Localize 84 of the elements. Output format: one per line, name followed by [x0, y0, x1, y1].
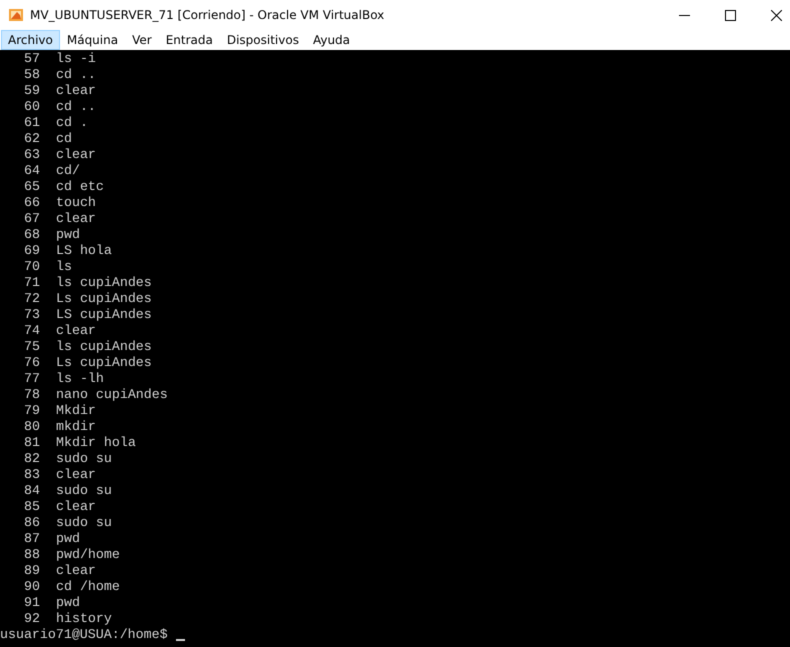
line-number: 84: [23, 483, 40, 499]
command-text: clear: [56, 563, 96, 579]
line-number: 72: [23, 291, 40, 307]
line-number: 79: [23, 403, 40, 419]
line-number: 73: [23, 307, 40, 323]
line-number: 87: [23, 531, 40, 547]
command-text: ls -i: [56, 51, 96, 67]
line-number: 63: [23, 147, 40, 163]
menu-item[interactable]: Archivo: [1, 30, 60, 50]
command-text: pwd: [56, 595, 80, 611]
command-text: clear: [56, 467, 96, 483]
command-text: sudo su: [56, 515, 112, 531]
line-number: 90: [23, 579, 40, 595]
line-number: 61: [23, 115, 40, 131]
line-number: 67: [23, 211, 40, 227]
menu-item[interactable]: Dispositivos: [220, 30, 306, 50]
command-text: ls cupiAndes: [56, 275, 152, 291]
line-number: 57: [23, 51, 40, 67]
command-text: pwd/home: [56, 547, 120, 563]
command-text: cd etc: [56, 179, 104, 195]
line-number: 86: [23, 515, 40, 531]
command-text: Ls cupiAndes: [56, 355, 152, 371]
command-text: cd /home: [56, 579, 120, 595]
line-number: 85: [23, 499, 40, 515]
line-number: 68: [23, 227, 40, 243]
command-text: cd/: [56, 163, 80, 179]
line-number: 58: [23, 67, 40, 83]
line-number: 78: [23, 387, 40, 403]
line-number: 60: [23, 99, 40, 115]
command-text: sudo su: [56, 483, 112, 499]
command-text: clear: [56, 83, 96, 99]
line-number: 70: [23, 259, 40, 275]
menu-item[interactable]: Máquina: [60, 30, 126, 50]
line-number: 83: [23, 467, 40, 483]
command-text: ls -lh: [56, 371, 104, 387]
command-text: cd: [56, 131, 72, 147]
shell-prompt: usuario71@USUA:/home$: [0, 627, 168, 643]
line-number: 89: [23, 563, 40, 579]
command-text: cd .: [56, 115, 88, 131]
command-text: ls cupiAndes: [56, 339, 152, 355]
command-text: clear: [56, 323, 96, 339]
command-text: pwd: [56, 531, 80, 547]
command-text: mkdir: [56, 419, 96, 435]
line-number: 64: [23, 163, 40, 179]
line-number: 75: [23, 339, 40, 355]
text-cursor: [176, 639, 185, 641]
line-number: 81: [23, 435, 40, 451]
command-text: ls: [56, 259, 72, 275]
command-text: history: [56, 611, 112, 627]
command-text: clear: [56, 211, 96, 227]
menu-item[interactable]: Entrada: [158, 30, 220, 50]
command-text: sudo su: [56, 451, 112, 467]
line-number: 91: [23, 595, 40, 611]
maximize-icon[interactable]: [725, 10, 736, 20]
line-number: 82: [23, 451, 40, 467]
line-number: 74: [23, 323, 40, 339]
command-text: nano cupiAndes: [56, 387, 168, 403]
line-number: 69: [23, 243, 40, 259]
command-text: cd ..: [56, 67, 96, 83]
line-number: 65: [23, 179, 40, 195]
line-number: 77: [23, 371, 40, 387]
line-number: 71: [23, 275, 40, 291]
line-number: 80: [23, 419, 40, 435]
line-number: 66: [23, 195, 40, 211]
command-text: Mkdir: [56, 403, 96, 419]
command-text: clear: [56, 147, 96, 163]
command-text: cd ..: [56, 99, 96, 115]
menu-item[interactable]: Ver: [125, 30, 159, 50]
line-number: 62: [23, 131, 40, 147]
command-text: pwd: [56, 227, 80, 243]
command-text: touch: [56, 195, 96, 211]
line-number: 88: [23, 547, 40, 563]
menu-item[interactable]: Ayuda: [306, 30, 358, 50]
command-text: LS cupiAndes: [56, 307, 152, 323]
line-number: 92: [23, 611, 40, 627]
command-text: Ls cupiAndes: [56, 291, 152, 307]
command-text: Mkdir hola: [56, 435, 136, 451]
window-title: MV_UBUNTUSERVER_71 [Corriendo] - Oracle VM VirtualBox: [30, 8, 384, 22]
line-number: 76: [23, 355, 40, 371]
app-icon: [8, 7, 24, 23]
command-text: clear: [56, 499, 96, 515]
close-icon[interactable]: [771, 10, 782, 20]
command-text: LS hola: [56, 243, 112, 259]
line-number: 59: [23, 83, 40, 99]
